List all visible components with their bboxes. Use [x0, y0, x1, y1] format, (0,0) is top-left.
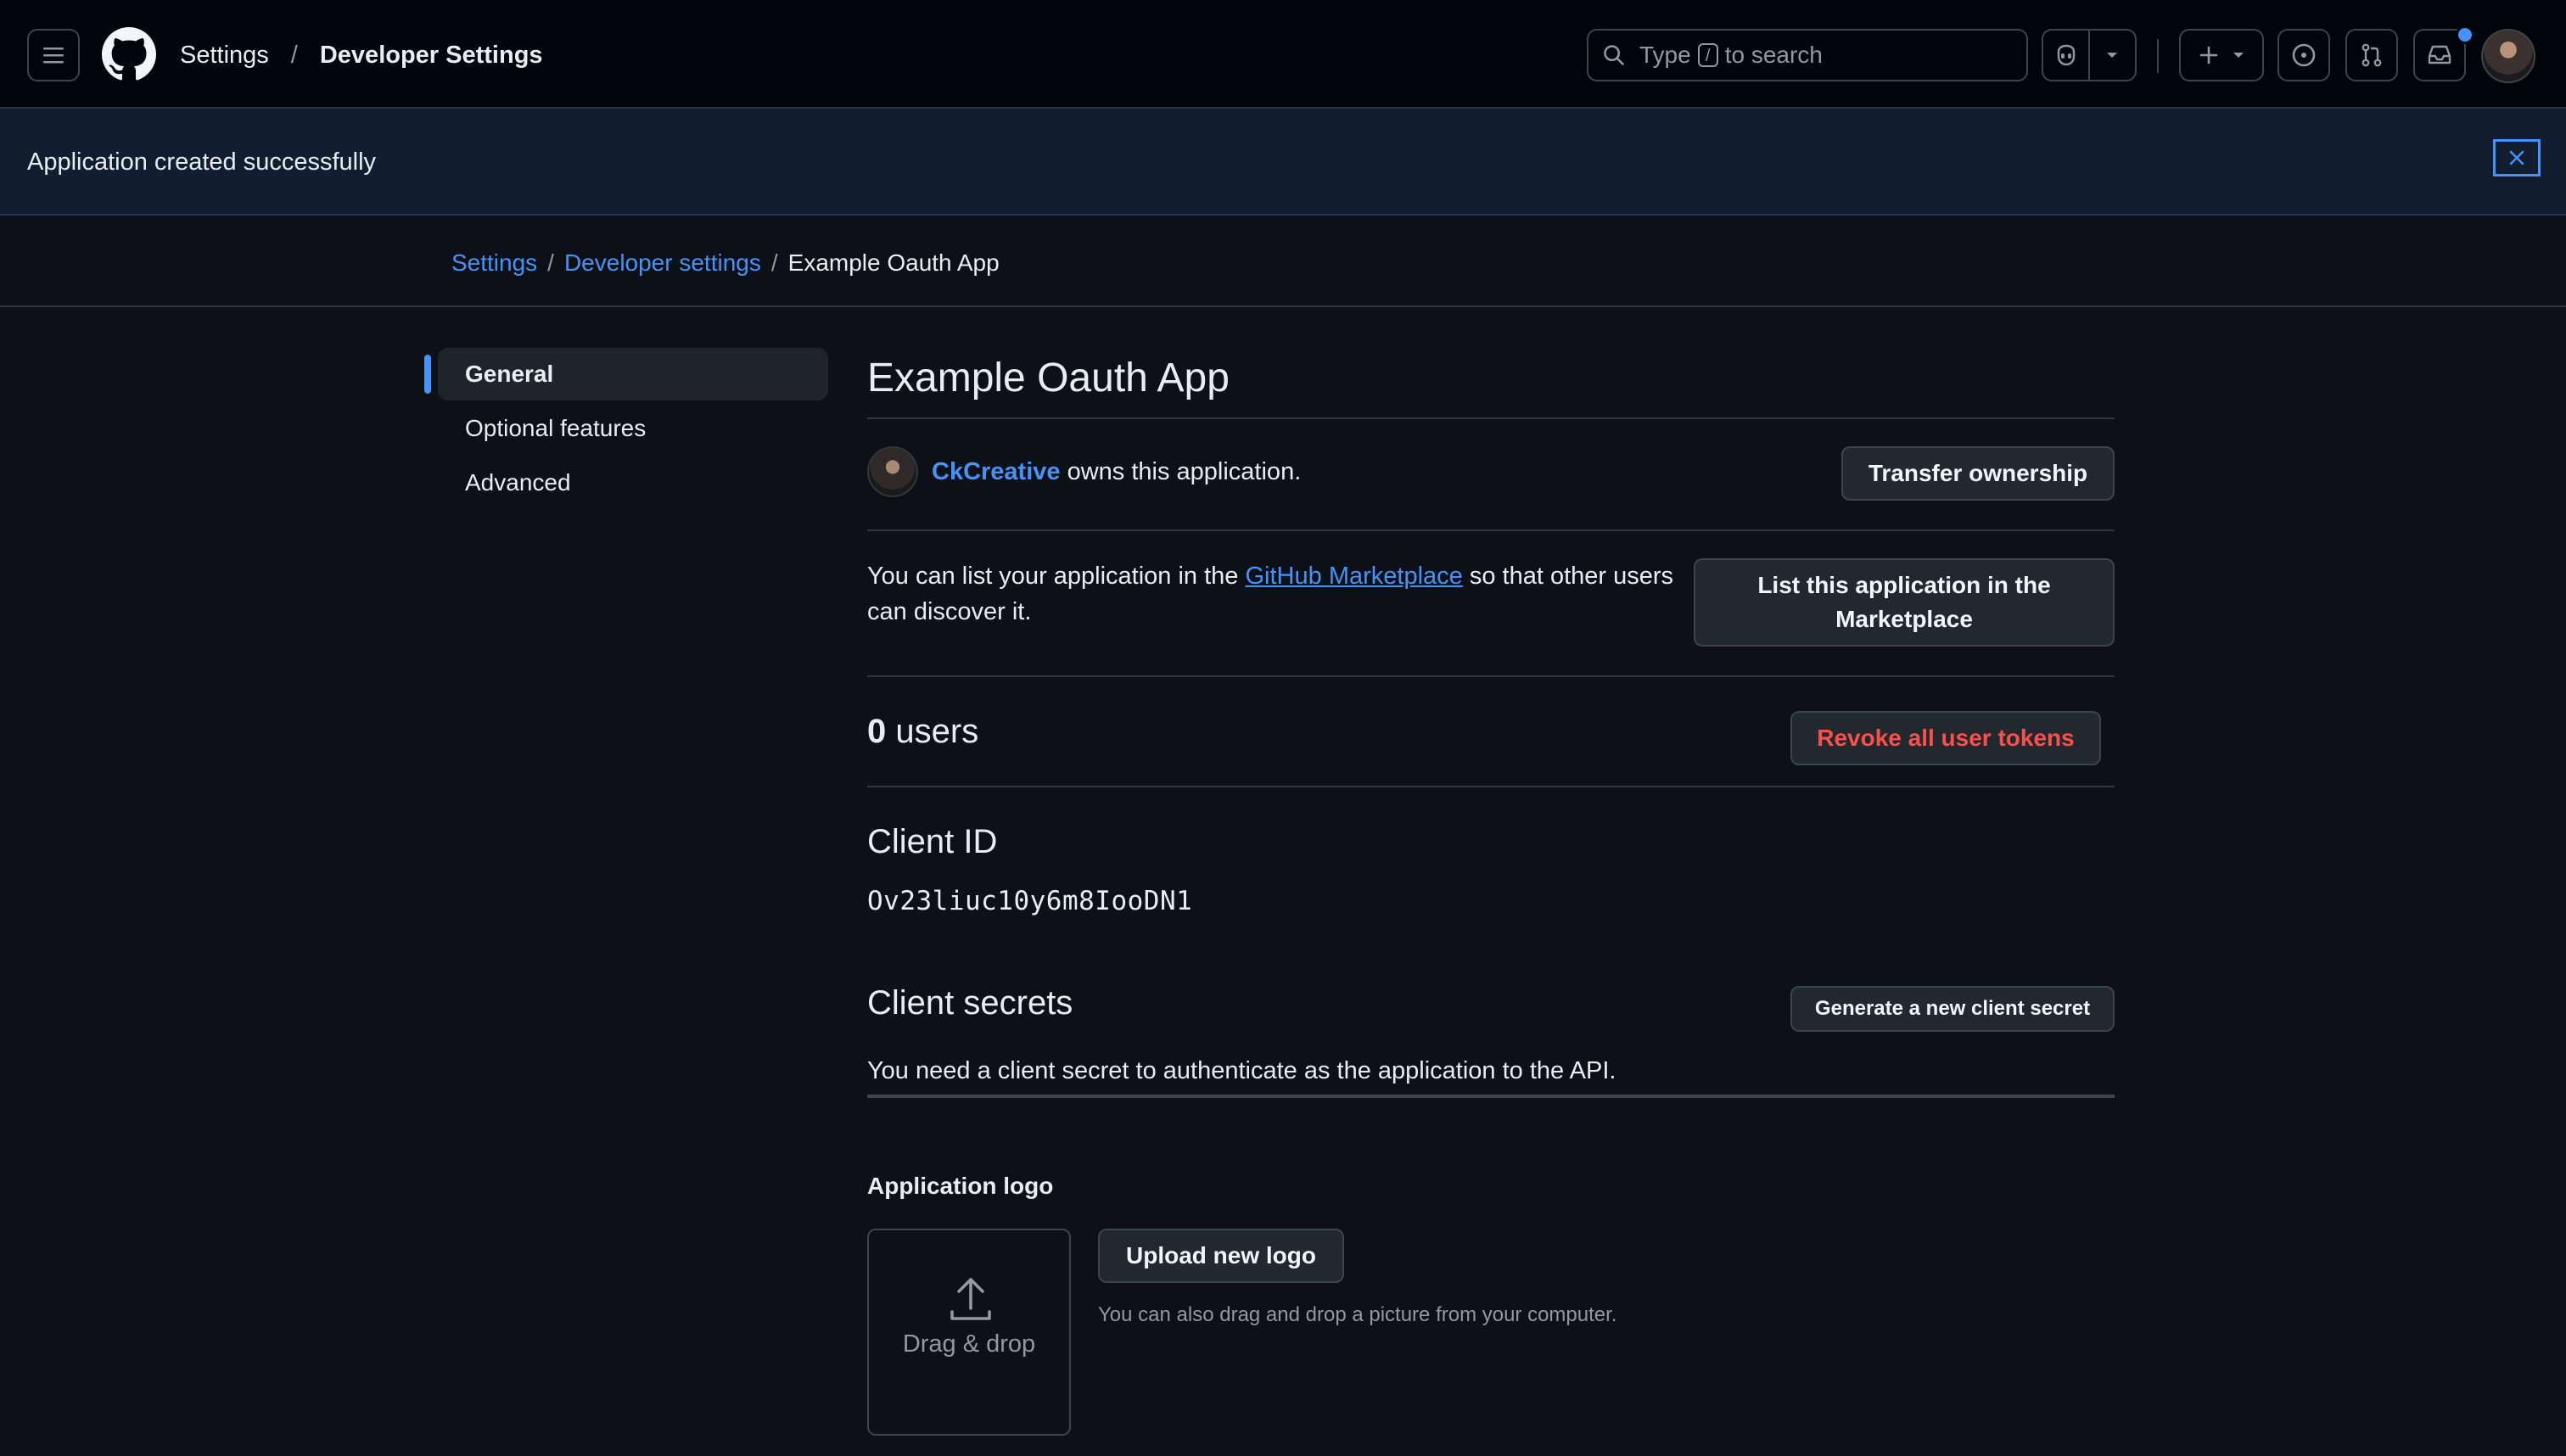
application-logo-heading: Application logo: [867, 1173, 1054, 1199]
top-header: Settings / Developer Settings Type / to …: [0, 0, 2566, 109]
user-avatar[interactable]: [2481, 29, 2535, 83]
users-count: 0 users: [867, 708, 978, 755]
upload-icon: [950, 1278, 991, 1320]
users-section: 0 users Revoke all user tokens: [867, 677, 2115, 786]
page-title: Example Oauth App: [867, 356, 1230, 400]
copilot-button[interactable]: [2043, 31, 2088, 80]
plus-icon: [2199, 46, 2218, 64]
copilot-icon: [2057, 44, 2075, 66]
hamburger-icon: [43, 48, 64, 64]
owner-suffix: owns this application.: [1067, 458, 1302, 485]
header-divider: [2157, 39, 2159, 73]
flash-banner: Application created successfully: [0, 109, 2566, 216]
breadcrumb-current: Example Oauth App: [787, 249, 1000, 276]
client-id-heading: Client ID: [867, 823, 998, 860]
sidebar-item-advanced[interactable]: Advanced: [438, 456, 828, 509]
copilot-button-group: [2042, 29, 2137, 81]
create-new-button[interactable]: [2179, 29, 2264, 81]
chevron-down-icon: [2233, 53, 2244, 58]
github-marketplace-link[interactable]: GitHub Marketplace: [1246, 563, 1463, 590]
context-separator: /: [290, 42, 298, 69]
marketplace-section: You can list your application in the Git…: [867, 531, 2115, 675]
pull-request-icon: [2362, 43, 2382, 67]
client-id-section: Client ID Ov23liuc10y6m8IooDN1: [867, 787, 2115, 991]
client-id-value: Ov23liuc10y6m8IooDN1: [867, 886, 1193, 916]
issue-opened-icon: [2292, 43, 2316, 67]
generate-client-secret-button[interactable]: Generate a new client secret: [1790, 986, 2115, 1032]
revoke-all-tokens-button[interactable]: Revoke all user tokens: [1790, 711, 2101, 765]
context-settings-link[interactable]: Settings: [180, 37, 269, 73]
dropzone-text: Drag & drop: [902, 1330, 1036, 1358]
menu-button[interactable]: [27, 29, 80, 81]
upload-hint: You can also drag and drop a picture fro…: [1098, 1303, 1617, 1326]
context-current[interactable]: Developer Settings: [320, 37, 543, 73]
users-count-label: users: [895, 713, 979, 750]
copilot-dropdown[interactable]: [2090, 31, 2135, 80]
users-count-number: 0: [867, 713, 887, 750]
upload-new-logo-button[interactable]: Upload new logo: [1098, 1229, 1344, 1283]
client-secrets-description: You need a client secret to authenticate…: [867, 1057, 1616, 1084]
pull-requests-button[interactable]: [2345, 29, 2398, 81]
search-icon: [1602, 43, 1626, 67]
owner-avatar[interactable]: [867, 446, 918, 497]
flash-message: Application created successfully: [27, 148, 377, 176]
owner-username-link[interactable]: CkCreative: [932, 458, 1061, 485]
chevron-down-icon: [2107, 53, 2118, 58]
breadcrumb-separator: /: [547, 249, 554, 276]
issues-button[interactable]: [2277, 29, 2330, 81]
client-secrets-heading: Client secrets: [867, 984, 1073, 1022]
main-content: Example Oauth App CkCreative owns this a…: [867, 339, 2115, 1454]
search-input[interactable]: Type / to search: [1587, 29, 2028, 81]
sidebar-item-optional-features[interactable]: Optional features: [438, 402, 828, 455]
settings-sidebar: General Optional features Advanced: [424, 348, 828, 511]
breadcrumb-bar: Settings / Developer settings / Example …: [0, 216, 2566, 307]
owner-text: CkCreative owns this application.: [932, 455, 1301, 489]
sidebar-item-general[interactable]: General: [424, 348, 828, 400]
close-icon: [2509, 150, 2524, 165]
application-logo-section: Application logo Drag & drop Upload new …: [867, 1098, 2115, 1454]
search-shortcut-key: /: [1697, 43, 1718, 67]
header-context: Settings / Developer Settings: [180, 37, 543, 73]
breadcrumb-developer-settings[interactable]: Developer settings: [564, 246, 761, 280]
breadcrumb-settings[interactable]: Settings: [451, 246, 537, 280]
search-prefix: Type: [1639, 42, 1691, 68]
client-secrets-section: Client secrets Generate a new client sec…: [867, 984, 2115, 1095]
notification-indicator: [2456, 25, 2474, 44]
marketplace-text: You can list your application in the Git…: [867, 558, 1682, 630]
breadcrumb: Settings / Developer settings / Example …: [451, 246, 1000, 280]
breadcrumb-separator: /: [770, 249, 778, 276]
logo-dropzone[interactable]: Drag & drop: [867, 1229, 1071, 1436]
flash-close-button[interactable]: [2493, 139, 2541, 176]
search-suffix: to search: [1724, 42, 1823, 68]
marketplace-text-before: You can list your application in the: [867, 563, 1239, 590]
github-logo-icon[interactable]: [102, 27, 156, 81]
inbox-icon: [2428, 45, 2451, 64]
list-in-marketplace-button[interactable]: List this application in the Marketplace: [1694, 558, 2115, 647]
owner-section: CkCreative owns this application. Transf…: [867, 419, 2115, 529]
transfer-ownership-button[interactable]: Transfer ownership: [1841, 446, 2115, 501]
